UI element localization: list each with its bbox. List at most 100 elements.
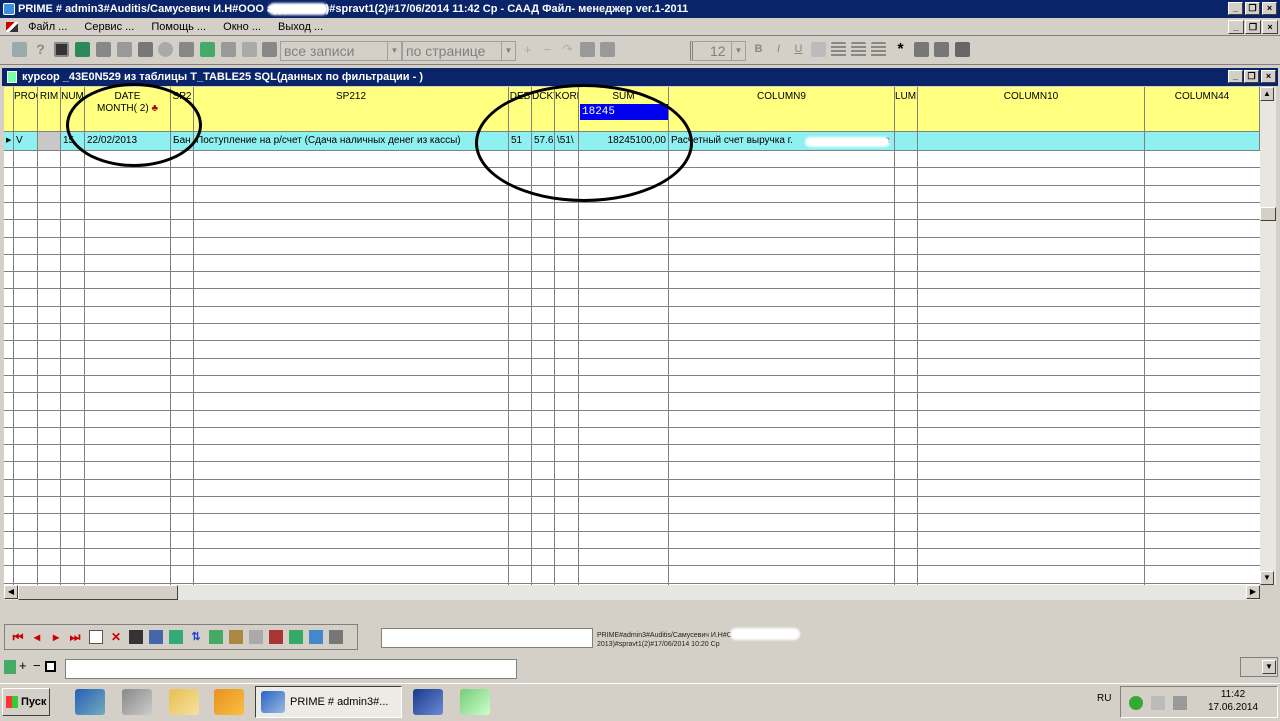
font-size-select[interactable]: 12 ▼ bbox=[690, 41, 746, 61]
layout-icon[interactable] bbox=[117, 42, 132, 57]
network-icon[interactable] bbox=[1173, 696, 1187, 710]
cell-dckt[interactable]: 57.6 bbox=[532, 132, 555, 150]
navigator-input[interactable] bbox=[381, 628, 593, 648]
tools-icon[interactable] bbox=[249, 630, 263, 644]
align-left-icon[interactable] bbox=[831, 42, 846, 57]
child-minimize-button[interactable]: _ bbox=[1228, 70, 1243, 83]
copy-icon[interactable] bbox=[580, 42, 595, 57]
scroll-down-icon[interactable]: ▼ bbox=[1260, 571, 1274, 585]
text-color-icon[interactable] bbox=[914, 42, 929, 57]
mdi-restore-button[interactable]: ❐ bbox=[1245, 20, 1261, 34]
security-icon[interactable] bbox=[1129, 696, 1143, 710]
header-sp2[interactable]: SP2 bbox=[171, 87, 194, 132]
status-right-panel[interactable]: ▼ bbox=[1240, 657, 1278, 677]
vertical-scrollbar[interactable]: ▲ ▼ bbox=[1260, 87, 1276, 585]
tree-icon[interactable] bbox=[4, 660, 16, 674]
bold-button[interactable]: B bbox=[751, 42, 766, 57]
sort-az-icon[interactable]: ⇅ bbox=[189, 630, 203, 644]
cell-sp2[interactable]: Бан bbox=[171, 132, 194, 150]
transfer-icon[interactable] bbox=[309, 630, 323, 644]
cell-deb[interactable]: 51 bbox=[509, 132, 532, 150]
horizontal-scroll-thumb[interactable] bbox=[18, 585, 178, 600]
chevron-down-icon[interactable]: ▼ bbox=[731, 42, 745, 60]
child-close-button[interactable]: × bbox=[1261, 70, 1276, 83]
page-select[interactable]: по странице ▼ bbox=[402, 41, 516, 61]
align-right-icon[interactable] bbox=[871, 42, 886, 57]
header-date[interactable]: DATE MONTH( 2) ♣ bbox=[85, 87, 171, 132]
excel-export-icon[interactable] bbox=[289, 630, 303, 644]
stop-icon[interactable] bbox=[138, 42, 153, 57]
cell-rim[interactable] bbox=[38, 132, 61, 150]
clock[interactable]: 11:42 17.06.2014 bbox=[1190, 688, 1276, 714]
cell-sp212[interactable]: Поступление на р/счет (Сдача наличных де… bbox=[194, 132, 509, 150]
child-restore-button[interactable]: ❐ bbox=[1244, 70, 1259, 83]
app-launcher-icon[interactable] bbox=[214, 689, 244, 715]
last-record-icon[interactable]: ⏭ bbox=[68, 630, 82, 644]
cell-lumn[interactable] bbox=[895, 132, 918, 150]
table-view-icon[interactable] bbox=[169, 630, 183, 644]
cell-proc[interactable]: V bbox=[14, 132, 38, 150]
refresh-icon[interactable] bbox=[149, 630, 163, 644]
records-select[interactable]: все записи ▼ bbox=[280, 41, 402, 61]
fill-color-icon[interactable] bbox=[934, 42, 949, 57]
powershell-icon[interactable] bbox=[75, 689, 105, 715]
binoculars-icon[interactable] bbox=[179, 42, 194, 57]
collapse-button[interactable]: − bbox=[33, 658, 41, 673]
strikethrough-icon[interactable] bbox=[811, 42, 826, 57]
floppy-save-icon[interactable] bbox=[413, 689, 443, 715]
scroll-right-icon[interactable]: ▶ bbox=[1246, 585, 1260, 599]
server-manager-icon[interactable] bbox=[122, 689, 152, 715]
data-grid[interactable]: PROC RIM NUM DATE MONTH( 2) ♣ SP2 SP212 … bbox=[4, 87, 1260, 585]
menu-window[interactable]: Окно ... bbox=[216, 18, 268, 36]
cell-num[interactable]: 15 bbox=[61, 132, 85, 150]
scroll-up-icon[interactable]: ▲ bbox=[1260, 87, 1274, 101]
border-icon[interactable] bbox=[955, 42, 970, 57]
search-icon[interactable] bbox=[158, 42, 173, 57]
header-column10[interactable]: COLUMN10 bbox=[918, 87, 1145, 132]
chevron-down-icon[interactable]: ▼ bbox=[501, 42, 515, 60]
print-icon[interactable] bbox=[96, 42, 111, 57]
menu-exit[interactable]: Выход ... bbox=[271, 18, 330, 36]
header-dckt[interactable]: DCKT bbox=[532, 87, 555, 132]
filter-edit-icon[interactable] bbox=[229, 630, 243, 644]
sum-filter-input[interactable]: 18245 bbox=[580, 104, 668, 120]
calculator-icon[interactable] bbox=[54, 42, 69, 57]
header-sp212[interactable]: SP212 bbox=[194, 87, 509, 132]
mdi-close-button[interactable]: × bbox=[1262, 20, 1278, 34]
users-icon[interactable] bbox=[12, 42, 27, 57]
chevron-down-icon[interactable]: ▼ bbox=[1262, 660, 1276, 674]
header-rim[interactable]: RIM bbox=[38, 87, 61, 132]
filter-icon[interactable] bbox=[209, 630, 223, 644]
task-prime[interactable]: PRIME # admin3#... bbox=[255, 686, 402, 718]
prev-record-icon[interactable]: ◂ bbox=[30, 630, 44, 644]
flag-icon[interactable] bbox=[1151, 696, 1165, 710]
start-button[interactable]: Пуск bbox=[2, 688, 50, 716]
expand-button[interactable]: + bbox=[19, 658, 27, 673]
cell-date[interactable]: 22/02/2013 bbox=[85, 132, 171, 150]
filter-edit-icon[interactable] bbox=[221, 42, 236, 57]
header-korr[interactable]: KORR bbox=[555, 87, 579, 132]
header-num[interactable]: NUM bbox=[61, 87, 85, 132]
header-column44[interactable]: COLUMN44 bbox=[1145, 87, 1260, 132]
explorer-icon[interactable] bbox=[169, 689, 199, 715]
cell-korr[interactable]: \51\ bbox=[555, 132, 579, 150]
underline-button[interactable]: U bbox=[791, 42, 806, 57]
header-proc[interactable]: PROC bbox=[14, 87, 38, 132]
grid-icon[interactable] bbox=[262, 42, 277, 57]
paste-icon[interactable] bbox=[600, 42, 615, 57]
chevron-down-icon[interactable]: ▼ bbox=[387, 42, 401, 60]
remove-icon[interactable]: − bbox=[540, 42, 555, 57]
header-lumn[interactable]: LUMN bbox=[895, 87, 918, 132]
star-button[interactable]: * bbox=[893, 42, 908, 58]
new-record-icon[interactable] bbox=[89, 630, 103, 644]
add-icon[interactable]: + bbox=[520, 42, 535, 57]
sort-icon[interactable] bbox=[242, 42, 257, 57]
header-column9[interactable]: COLUMN9 bbox=[669, 87, 895, 132]
cell-column44[interactable] bbox=[1145, 132, 1260, 150]
notepad-icon[interactable] bbox=[460, 689, 490, 715]
sort-figure-icon[interactable]: ♣ bbox=[151, 103, 158, 114]
delete-record-icon[interactable]: ✕ bbox=[109, 630, 123, 644]
header-deb[interactable]: DEB bbox=[509, 87, 532, 132]
mdi-minimize-button[interactable]: _ bbox=[1228, 20, 1244, 34]
first-record-icon[interactable]: ⏮ bbox=[11, 630, 25, 644]
